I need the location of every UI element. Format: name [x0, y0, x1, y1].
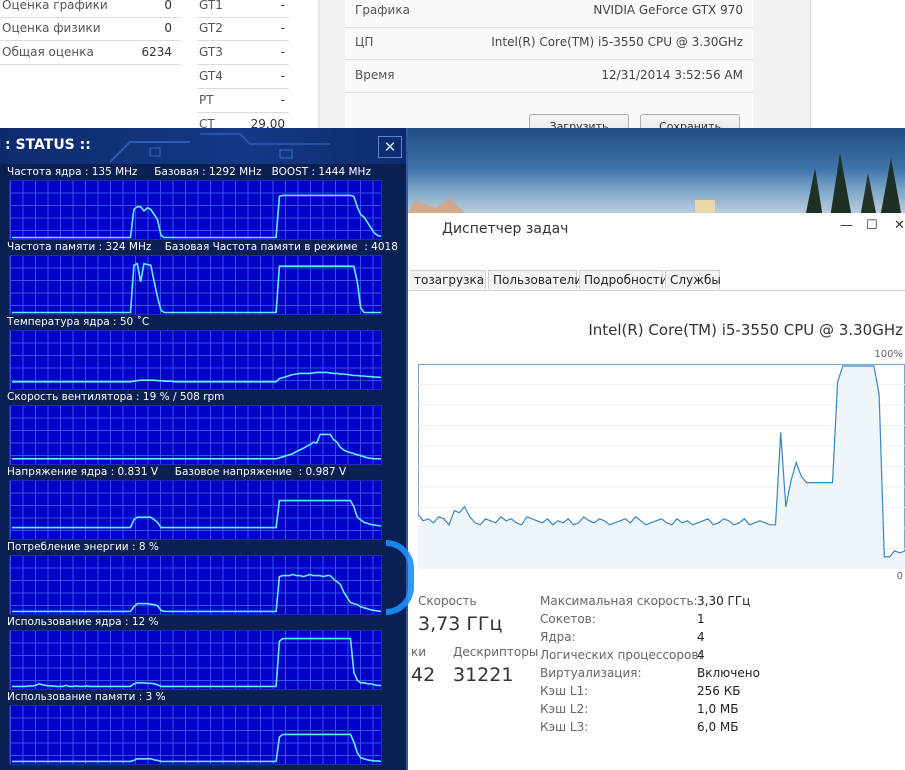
monitor-label: Использование памяти : 3 %: [7, 691, 166, 703]
gt-value: -: [280, 45, 285, 59]
detail-label: Максимальная скорость:: [540, 594, 698, 608]
detail-value: 3,30 ГГц: [697, 594, 751, 608]
gt-row: GT2 -: [197, 17, 289, 41]
detail-label: Логических процессоров:: [540, 648, 703, 662]
minimize-icon[interactable]: —: [840, 218, 853, 233]
detail-label: Кэш L3:: [540, 720, 589, 734]
threads-label: ки: [411, 645, 427, 659]
desktop-wallpaper: [405, 128, 905, 218]
detail-value: 4: [697, 648, 705, 662]
detail-label: Кэш L1:: [540, 684, 589, 698]
monitor-series-line: [12, 194, 382, 239]
detail-label: Виртуализация:: [540, 666, 642, 680]
system-value: 12/31/2014 3:52:56 AM: [601, 68, 743, 82]
detail-value: 6,0 МБ: [697, 720, 739, 734]
monitor-label: Частота памяти : 324 MHz Базовая Частота…: [7, 241, 398, 253]
gt-value: -: [280, 21, 285, 35]
gt-label: GT2: [199, 21, 223, 35]
gt-value: -: [280, 93, 285, 107]
graph-min-label: 0: [896, 571, 903, 582]
monitor-graph: [9, 630, 382, 690]
close-status-icon[interactable]: ✕: [378, 136, 402, 158]
monitor-label: Потребление энергии : 8 %: [7, 541, 159, 553]
graph-max-label: 100%: [874, 349, 903, 360]
score-label: Общая оценка: [2, 45, 94, 59]
detail-label: Кэш L2:: [540, 702, 589, 716]
system-label: Время: [355, 68, 395, 82]
gt-value: -: [280, 0, 285, 12]
detail-label: Сокетов:: [540, 612, 596, 626]
gt-row: PT -: [197, 89, 289, 113]
score-value: 0: [164, 0, 172, 12]
monitor-series-line: [12, 371, 382, 383]
close-icon[interactable]: ✕: [894, 218, 905, 233]
monitor-graph: [9, 330, 382, 390]
wallpaper-landscape: [405, 153, 902, 218]
status-title: : STATUS ::: [5, 137, 91, 153]
monitor-label: Напряжение ядра : 0.831 V Базовое напряж…: [7, 466, 347, 478]
detail-value: 1: [697, 612, 705, 626]
monitor-series-line: [12, 637, 381, 688]
speed-label: Скорость: [418, 594, 477, 608]
monitor-graph: [9, 255, 382, 315]
monitor-series-line: [12, 433, 381, 460]
tab-startup[interactable]: тозагрузка: [410, 270, 486, 289]
detail-value: 4: [697, 630, 705, 644]
maximize-icon[interactable]: ☐: [866, 218, 878, 233]
handles-value: 31221: [453, 664, 514, 686]
monitor-graph: [9, 180, 382, 240]
handles-label: Дескрипторы: [453, 645, 539, 659]
monitor-label: Скорость вентилятора : 19 % / 508 rpm: [7, 391, 225, 403]
score-value: 0: [164, 21, 172, 35]
monitor-label: Использование ядра : 12 %: [7, 616, 159, 628]
system-label: ЦП: [355, 35, 374, 49]
tab-users[interactable]: Пользователи: [488, 270, 582, 289]
gt-row: GT1 -: [197, 0, 289, 18]
detail-value: Включено: [697, 666, 760, 680]
detail-value: 256 КБ: [697, 684, 741, 698]
score-row-graphics: Оценка графики 0: [0, 0, 180, 18]
monitor-series-line: [12, 262, 381, 314]
gt-label: GT1: [199, 0, 223, 12]
system-value: NVIDIA GeForce GTX 970: [593, 3, 743, 17]
gt-label: GT4: [199, 69, 223, 83]
monitor-label: Частота ядра : 135 MHz Базовая : 1292 MH…: [7, 166, 371, 178]
score-value: 6234: [141, 45, 172, 59]
monitor-series-line: [12, 573, 382, 613]
gt-row: GT3 -: [197, 41, 289, 65]
system-row-cpu: ЦП Intel(R) Core(TM) i5-3550 CPU @ 3.30G…: [345, 29, 753, 60]
cpu-usage-graph: [418, 364, 905, 569]
detail-label: Ядра:: [540, 630, 576, 644]
system-row-time: Время 12/31/2014 3:52:56 AM: [345, 62, 753, 93]
threads-value: 42: [411, 664, 436, 686]
monitor-label: Температура ядра : 50 ˚C: [7, 316, 150, 328]
score-row-physics: Оценка физики 0: [0, 17, 180, 41]
score-row-total: Общая оценка 6234: [0, 41, 180, 65]
gt-value: -: [280, 69, 285, 83]
gt-row: GT4 -: [197, 65, 289, 89]
monitor-graph: [9, 405, 382, 465]
cpu-model-name: Intel(R) Core(TM) i5-3550 CPU @ 3.30GHz: [588, 321, 903, 339]
gt-label: PT: [199, 93, 214, 107]
system-label: Графика: [355, 3, 410, 17]
tab-details[interactable]: Подробности: [579, 270, 668, 289]
monitor-series-line: [12, 499, 382, 529]
monitor-graph: [9, 705, 382, 765]
monitor-graph: [9, 555, 382, 615]
monitor-graph: [9, 480, 382, 540]
monitor-series-line: [12, 733, 382, 763]
speed-value: 3,73 ГГц: [418, 613, 503, 635]
score-label: Оценка графики: [2, 0, 108, 12]
system-value: Intel(R) Core(TM) i5-3550 CPU @ 3.30GHz: [491, 35, 743, 49]
tab-services[interactable]: Службы: [665, 270, 721, 289]
window-title: Диспетчер задач: [442, 221, 569, 237]
score-label: Оценка физики: [2, 21, 101, 35]
gt-label: GT3: [199, 45, 223, 59]
system-row-graphics: Графика NVIDIA GeForce GTX 970: [345, 0, 753, 28]
detail-value: 1,0 МБ: [697, 702, 739, 716]
